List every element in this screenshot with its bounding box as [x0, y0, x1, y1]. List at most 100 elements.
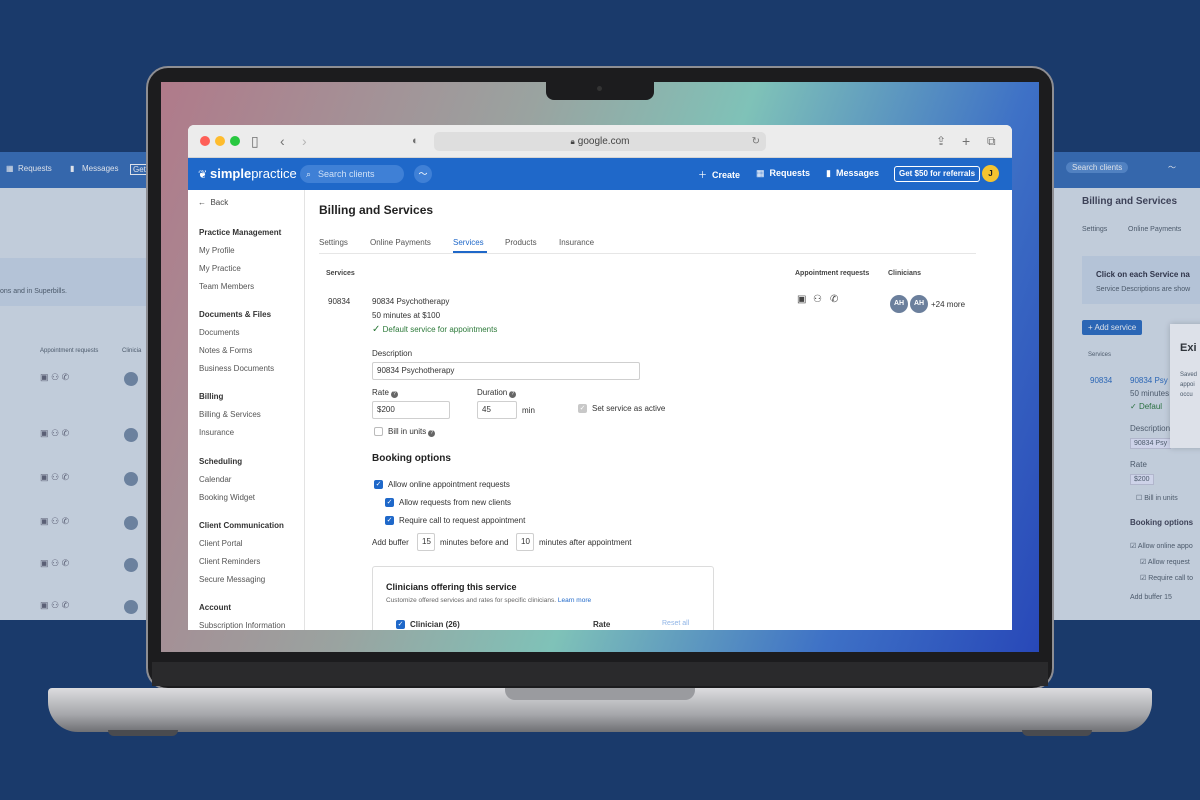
checkmark-icon: ✓ — [372, 324, 381, 335]
sidebar-item-insurance[interactable]: Insurance — [199, 428, 234, 437]
tabs-divider — [319, 253, 976, 254]
request-icons: ▣ ⚇ ✆ — [40, 600, 70, 610]
simplepractice-logo[interactable]: ❦ simplepractice — [198, 166, 297, 181]
clinicians-offering-card: Clinicians offering this service Customi… — [372, 566, 714, 630]
help-icon[interactable]: ? — [390, 391, 398, 398]
address-bar-url: google.com — [577, 136, 630, 147]
tab-settings[interactable]: Settings — [319, 238, 348, 247]
ghost-left-appbar: ▦ Requests ▮ Messages Get — [0, 152, 152, 188]
ghost-right-add-service: + Add service — [1082, 320, 1143, 335]
forward-arrow-icon[interactable]: › — [302, 133, 307, 149]
column-header-services: Services — [326, 270, 355, 277]
messages-button[interactable]: ▮ Messages — [826, 168, 879, 179]
sidebar-item-documents[interactable]: Documents — [199, 328, 239, 337]
help-icon[interactable]: ? — [428, 430, 436, 437]
tab-services[interactable]: Services — [453, 238, 484, 247]
back-link[interactable]: ← Back — [198, 198, 228, 207]
sidebar-item-my-practice[interactable]: My Practice — [199, 264, 241, 273]
ghost-right-title: Billing and Services — [1082, 196, 1178, 207]
sidebar-item-business-documents[interactable]: Business Documents — [199, 364, 274, 373]
ghost-right-band-title: Click on each Service na — [1096, 270, 1190, 279]
address-bar[interactable]: 🔒︎ google.com ↻ — [434, 132, 766, 151]
sidebar-item-booking-widget[interactable]: Booking Widget — [199, 493, 255, 502]
description-label: Description — [372, 349, 413, 358]
ghost-right-modal-line: appoi — [1180, 382, 1195, 388]
bill-in-units-checkbox[interactable] — [374, 427, 383, 436]
reset-all-link[interactable]: Reset all — [662, 620, 689, 627]
camera-notch — [546, 82, 654, 100]
sidebar-item-calendar[interactable]: Calendar — [199, 475, 231, 484]
back-arrow-icon[interactable]: ‹ — [280, 133, 285, 149]
ghost-left-col-clinicians: Clinicia — [122, 348, 142, 354]
maximize-window-button[interactable] — [230, 136, 240, 146]
clinician-avatar: AH — [890, 295, 908, 313]
sidebar-item-subscription[interactable]: Subscription Information — [199, 621, 285, 630]
tab-products[interactable]: Products — [505, 238, 537, 247]
service-code-link[interactable]: 90834 — [328, 297, 350, 306]
allow-new-clients-checkbox[interactable]: ✓ — [385, 498, 394, 507]
sidebar-item-client-portal[interactable]: Client Portal — [199, 539, 243, 548]
calendar-icon: ▦ — [6, 164, 14, 173]
allow-online-requests-checkbox[interactable]: ✓ — [374, 480, 383, 489]
ghost-right-search: Search clients — [1066, 162, 1129, 173]
set-active-checkbox[interactable]: ✓ — [578, 404, 587, 413]
sidebar-item-team-members[interactable]: Team Members — [199, 282, 254, 291]
tab-insurance[interactable]: Insurance — [559, 238, 594, 247]
user-avatar[interactable]: J — [982, 165, 999, 182]
requests-label: Requests — [769, 168, 811, 178]
ghost-right-require-call: Require call to — [1148, 575, 1193, 582]
ghost-right-tab: Settings — [1082, 226, 1108, 233]
search-clients-input[interactable]: ⌕ Search clients — [300, 165, 404, 183]
clinician-count-header: Clinician (26) — [410, 620, 460, 629]
ghost-right-buffer-value: 15 — [1164, 594, 1172, 601]
sidebar-item-client-reminders[interactable]: Client Reminders — [199, 557, 260, 566]
plus-icon: ＋ — [698, 170, 708, 180]
trend-icon[interactable]: 〜 — [414, 165, 432, 183]
ghost-left-nav-messages: Messages — [82, 164, 119, 173]
description-input[interactable]: 90834 Psychotherapy — [372, 362, 640, 380]
referral-button[interactable]: Get $50 for referrals — [894, 166, 981, 182]
avatar — [124, 516, 138, 530]
help-icon[interactable]: ? — [509, 391, 517, 398]
phone-icon: ✆ — [830, 294, 839, 305]
ghost-right-rate-field: $200 — [1130, 474, 1154, 485]
new-tab-icon[interactable]: + — [962, 133, 970, 149]
sidebar-item-my-profile[interactable]: My Profile — [199, 246, 235, 255]
lock-icon: 🔒︎ — [570, 137, 575, 146]
minimize-window-button[interactable] — [215, 136, 225, 146]
messages-label: Messages — [835, 168, 879, 178]
allow-online-requests-label: Allow online appointment requests — [388, 480, 510, 489]
buffer-after-input[interactable]: 10 — [516, 533, 534, 551]
ghost-right-desc-label: Description — [1130, 424, 1171, 433]
create-button[interactable]: ＋ Create — [698, 168, 740, 181]
ghost-right-add-buffer: Add buffer — [1130, 594, 1163, 601]
laptop-foot — [1022, 730, 1092, 736]
privacy-shield-icon[interactable]: ◐ — [412, 133, 419, 149]
sidebar-item-notes-forms[interactable]: Notes & Forms — [199, 346, 252, 355]
sidebar-toggle-icon[interactable]: ▯ — [251, 133, 259, 149]
background-screen-right: Search clients 〜 Billing and Services Se… — [1052, 152, 1200, 620]
clinicians-card-subtitle: Customize offered services and rates for… — [386, 597, 591, 604]
service-name-link[interactable]: 90834 Psychotherapy — [372, 297, 449, 306]
calendar-request-icon: ▣ — [797, 294, 807, 305]
reload-icon[interactable]: ↻ — [752, 132, 760, 151]
tab-overview-icon[interactable]: ⧉ — [987, 133, 996, 149]
tab-online-payments[interactable]: Online Payments — [370, 238, 431, 247]
close-window-button[interactable] — [200, 136, 210, 146]
select-all-clinicians-checkbox[interactable]: ✓ — [396, 620, 405, 629]
avatar — [124, 472, 138, 486]
service-duration-rate: 50 minutes at $100 — [372, 311, 441, 320]
rate-input[interactable]: $200 — [372, 401, 450, 419]
learn-more-link[interactable]: Learn more — [558, 597, 591, 604]
sidebar-item-secure-messaging[interactable]: Secure Messaging — [199, 575, 265, 584]
duration-input[interactable]: 45 — [477, 401, 517, 419]
require-call-checkbox[interactable]: ✓ — [385, 516, 394, 525]
avatar — [124, 372, 138, 386]
sidebar-item-billing-services[interactable]: Billing & Services — [199, 410, 261, 419]
share-icon[interactable]: ⇪ — [936, 133, 946, 149]
buffer-before-input[interactable]: 15 — [417, 533, 435, 551]
ghost-right-duration: 50 minutes — [1130, 389, 1170, 398]
search-placeholder: Search clients — [318, 169, 375, 179]
requests-button[interactable]: ▦ Requests — [756, 168, 810, 179]
logo-text-bold: simple — [210, 166, 252, 181]
